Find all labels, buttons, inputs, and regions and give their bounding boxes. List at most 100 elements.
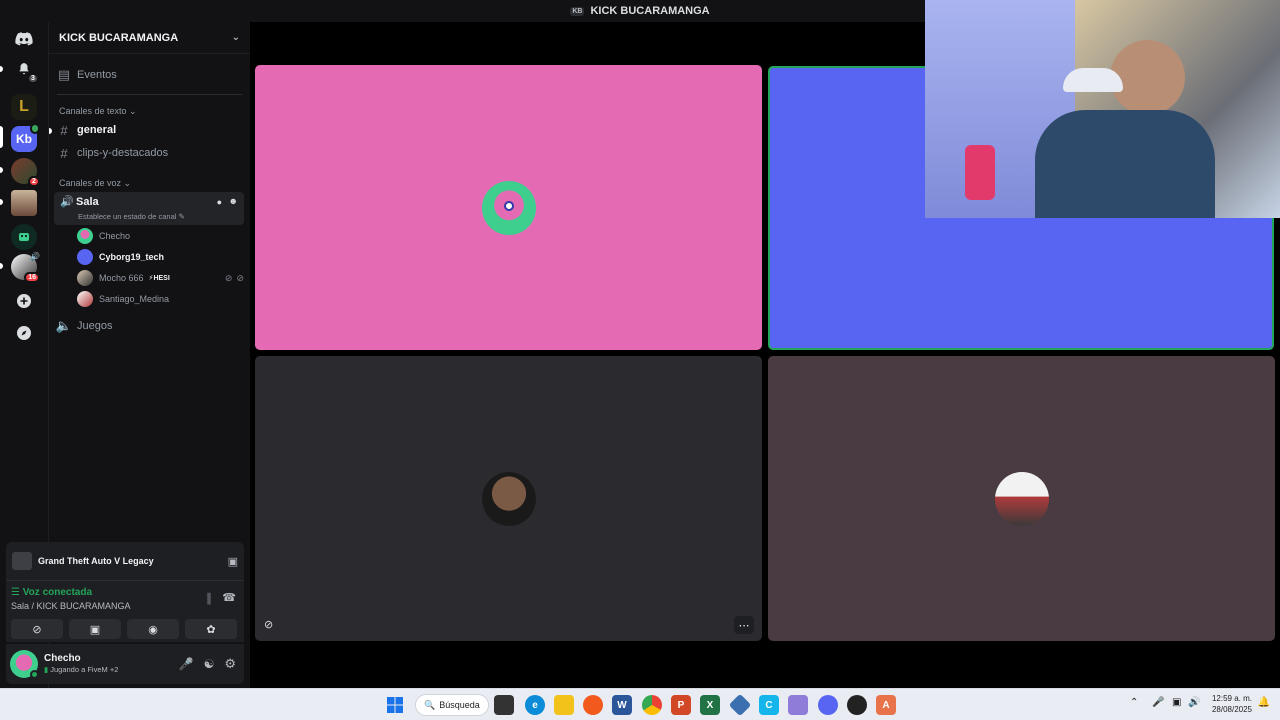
obs-icon[interactable] xyxy=(847,695,867,715)
volume-icon[interactable]: 🔊 xyxy=(1188,697,1200,708)
muted-mic-icon: ⊘ xyxy=(224,272,233,283)
speaker-icon: 🔊 xyxy=(30,252,40,261)
voice-user[interactable]: Santiago_Medina xyxy=(77,291,244,307)
voice-channel-juegos[interactable]: 🔈 Juegos xyxy=(55,317,244,335)
discover-compass-icon[interactable] xyxy=(11,320,37,346)
screen-share-icon[interactable]: ▣ xyxy=(228,555,238,568)
channel-status-hint[interactable]: Establece un estado de canal ✎ xyxy=(78,212,185,221)
eye-shape xyxy=(503,200,514,211)
activities-button[interactable]: ◉ xyxy=(127,619,179,639)
noise-suppression-icon[interactable]: ∥ xyxy=(206,591,212,605)
notification-bell-icon[interactable]: 🔔 xyxy=(1258,697,1270,708)
events-item[interactable]: ▤ Eventos xyxy=(55,66,244,84)
system-clock[interactable]: 12:59 a. m. 28/08/2025 xyxy=(1212,693,1252,715)
user-avatar xyxy=(481,471,536,526)
word-icon[interactable]: W xyxy=(612,695,632,715)
status-hint-text: Establece un estado de canal xyxy=(78,212,177,221)
unread-pip xyxy=(0,199,3,205)
notification-count: 3 xyxy=(27,73,39,84)
edge-icon[interactable]: e xyxy=(525,695,545,715)
gear-icon[interactable]: ⚙ xyxy=(224,656,236,672)
powerpoint-icon[interactable]: P xyxy=(671,695,691,715)
discord-home-icon[interactable] xyxy=(11,26,37,52)
chrome-icon[interactable] xyxy=(642,695,662,715)
camera-off-button[interactable]: ⊘ xyxy=(11,619,63,639)
server-tag: KB xyxy=(570,6,585,16)
app-c-icon[interactable]: C xyxy=(759,695,779,715)
server-icon-face[interactable] xyxy=(11,190,37,216)
speaker-icon: 🔊 xyxy=(60,196,74,208)
task-view-icon[interactable] xyxy=(494,695,514,715)
channel-clips[interactable]: # clips-y-destacados xyxy=(55,144,244,162)
add-server-icon[interactable] xyxy=(11,288,37,314)
app-diamond-icon[interactable] xyxy=(728,693,752,717)
voice-channel-name: Sala xyxy=(76,195,99,208)
chat-bubble-icon[interactable]: ● xyxy=(217,197,222,207)
channel-general[interactable]: # general xyxy=(55,121,244,139)
file-explorer-icon[interactable] xyxy=(554,695,574,715)
signal-icon: ☰ xyxy=(11,587,20,598)
chevron-up-icon[interactable]: ⌃ xyxy=(1130,697,1138,708)
screen-share-icon: ▣ xyxy=(89,623,101,636)
voice-user[interactable]: Checho xyxy=(77,228,244,244)
guild-name: KICK BUCARAMANGA xyxy=(59,31,179,44)
invite-user-icon[interactable]: ☻ xyxy=(229,196,238,206)
voice-category-label: Canales de voz xyxy=(59,178,122,188)
text-category[interactable]: Canales de texto ⌄ xyxy=(59,106,137,117)
share-screen-button[interactable]: ▣ xyxy=(69,619,121,639)
voice-user-name: Checho xyxy=(99,231,131,241)
discord-taskbar-icon[interactable] xyxy=(818,695,838,715)
user-info[interactable]: Checho ▮ Jugando a FiveM +2 xyxy=(44,653,118,675)
channel-name: general xyxy=(77,124,117,136)
gamepad-app-icon[interactable] xyxy=(788,695,808,715)
user-tag-text: HESI xyxy=(153,275,170,282)
user-avatar[interactable] xyxy=(10,650,39,679)
voice-channel-sala[interactable]: 🔊 Sala Establece un estado de canal ✎ ● … xyxy=(54,192,244,225)
speaker-icon: 🔈 xyxy=(55,318,73,333)
disconnect-icon[interactable]: ☎ xyxy=(222,591,236,604)
video-tile-user4[interactable] xyxy=(768,356,1275,641)
firefox-icon[interactable] xyxy=(583,695,603,715)
voice-user[interactable]: Mocho 666 ⚡HESI ⊘ ⊘ xyxy=(77,270,244,286)
headphones-icon[interactable]: ☯ xyxy=(204,657,215,671)
username: Checho xyxy=(44,653,81,664)
server-icon-kb[interactable]: Kb xyxy=(11,123,40,152)
chevron-down-icon: ⌄ xyxy=(231,32,240,43)
voice-location[interactable]: Sala / KICK BUCARAMANGA xyxy=(11,601,131,611)
server-icon-l[interactable]: L xyxy=(11,94,37,120)
hashtag-icon: # xyxy=(60,145,68,161)
excel-icon[interactable]: X xyxy=(700,695,720,715)
divider xyxy=(57,94,242,95)
voice-user-name: Cyborg19_tech xyxy=(99,252,165,262)
taskbar-search[interactable]: 🔍 Búsqueda xyxy=(415,694,489,716)
soundboard-button[interactable]: ✿ xyxy=(185,619,237,639)
user-activity-text: Jugando a FiveM xyxy=(50,665,108,674)
windows-start-icon[interactable] xyxy=(385,695,405,715)
windows-taskbar: 🔍 Búsqueda e W P X C A ⌃ 🎤 ▣ 🔊 12:59 a. … xyxy=(0,688,1280,720)
voice-category[interactable]: Canales de voz ⌄ xyxy=(59,178,131,189)
events-label: Eventos xyxy=(77,69,117,81)
inbox-bell-icon[interactable]: 3 xyxy=(11,56,39,84)
game-activity-panel: Grand Theft Auto V Legacy ▣ xyxy=(6,542,244,580)
stream-muted-icon[interactable]: ⊘ xyxy=(264,618,273,631)
video-tile-user3[interactable]: ⊘ xyxy=(255,356,762,641)
video-tile-checho[interactable] xyxy=(255,65,762,350)
server-icon-group[interactable]: 2 xyxy=(11,158,40,187)
microphone-tray-icon[interactable]: 🎤 xyxy=(1152,697,1164,708)
network-icon[interactable]: ▣ xyxy=(1172,697,1181,708)
user-activity: ▮ Jugando a FiveM +2 xyxy=(44,664,118,675)
server-icon-robot[interactable] xyxy=(11,224,37,250)
more-options-icon[interactable]: ⋯ xyxy=(734,616,754,634)
user-panel: Checho ▮ Jugando a FiveM +2 🎤 ☯ ⚙ xyxy=(6,644,244,684)
selected-server-pip xyxy=(0,126,3,148)
webcam-cap xyxy=(1063,68,1123,92)
voice-user[interactable]: Cyborg19_tech xyxy=(77,249,244,265)
server-icon-anime[interactable]: 🔊 16 xyxy=(11,252,40,283)
channel-name: clips-y-destacados xyxy=(77,147,169,159)
microphone-icon[interactable]: 🎤 xyxy=(179,657,194,671)
guild-header[interactable]: KICK BUCARAMANGA ⌄ xyxy=(49,22,250,54)
deafened-icon: ⊘ xyxy=(236,272,244,283)
app-a-icon[interactable]: A xyxy=(876,695,896,715)
voice-connected-status[interactable]: ☰ Voz conectada xyxy=(11,587,92,598)
online-status-dot xyxy=(30,670,39,679)
